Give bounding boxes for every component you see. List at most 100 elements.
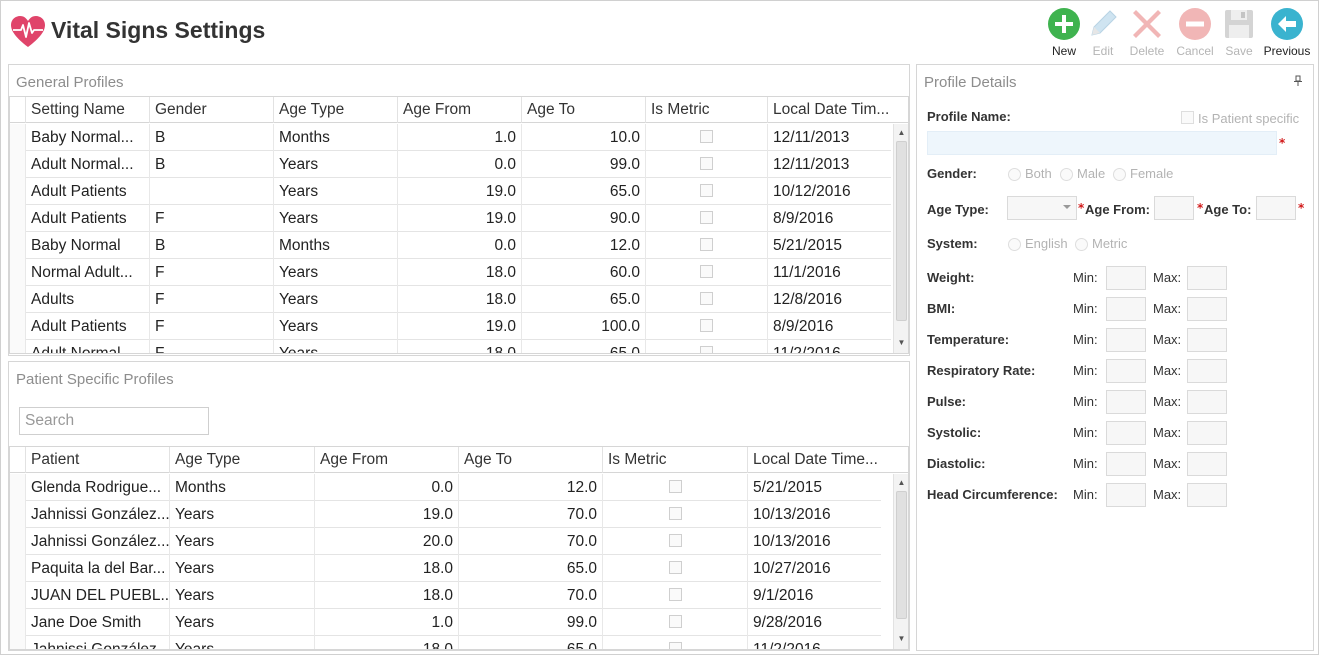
age-to-input[interactable] [1256,196,1296,220]
row-selector[interactable] [10,313,25,340]
is-metric-checkbox[interactable] [668,561,682,574]
table-row[interactable]: Adults F Years 18.0 65.0 12/8/2016 [10,286,891,313]
column-header[interactable]: Patient [25,447,169,473]
temperature-max-input[interactable] [1187,328,1227,352]
table-row[interactable]: Jahnissi González... Years 19.0 70.0 10/13/2… [10,501,881,528]
respiratory-rate-min-input[interactable] [1106,359,1146,383]
row-selector[interactable] [10,205,25,232]
is-metric-checkbox[interactable] [668,534,682,547]
is-metric-checkbox[interactable] [668,642,682,649]
is-metric-checkbox[interactable] [700,157,713,170]
scroll-thumb[interactable] [896,491,907,619]
column-header[interactable]: Age From [314,447,458,473]
row-selector[interactable] [10,178,25,205]
column-header[interactable]: Age Type [169,447,314,473]
column-header[interactable]: Is Metric [645,97,767,123]
is-metric-checkbox[interactable] [700,238,713,251]
column-header[interactable]: Local Date Time... [747,447,881,473]
table-row[interactable]: Adult Patients F Years 19.0 100.0 8/9/2016 [10,313,891,340]
row-selector[interactable] [10,232,25,259]
is-metric-checkbox[interactable] [668,480,682,493]
is-metric-checkbox[interactable] [700,211,713,224]
row-selector[interactable] [10,555,25,582]
head-circumference-min-input[interactable] [1106,483,1146,507]
gender-male-radio[interactable] [1060,168,1073,181]
table-row[interactable]: Jahnissi González... Years 20.0 70.0 10/13/2… [10,528,881,555]
system-metric-radio[interactable] [1075,238,1088,251]
delete-button[interactable]: Delete [1124,7,1170,61]
table-row[interactable]: Adult Normal... F Years 18.0 65.0 11/2/2016 [10,340,891,353]
age-from-input[interactable] [1154,196,1194,220]
table-row[interactable]: Jahnissi González... Years 18.0 65.0 11/2/20… [10,636,881,649]
save-button[interactable]: Save [1216,7,1262,61]
pulse-max-input[interactable] [1187,390,1227,414]
gender-female-radio[interactable] [1113,168,1126,181]
weight-max-input[interactable] [1187,266,1227,290]
scroll-down-icon[interactable]: ▼ [894,336,908,350]
bmi-min-input[interactable] [1106,297,1146,321]
system-english-radio[interactable] [1008,238,1021,251]
table-row[interactable]: Glenda Rodrigue... Months 0.0 12.0 5/21/2015 [10,474,881,501]
is-metric-checkbox[interactable] [700,319,713,332]
table-row[interactable]: Normal Adult... F Years 18.0 60.0 11/1/2016 [10,259,891,286]
temperature-min-input[interactable] [1106,328,1146,352]
row-selector[interactable] [10,582,25,609]
table-row[interactable]: Baby Normal B Months 0.0 12.0 5/21/2015 [10,232,891,259]
row-selector[interactable] [10,124,25,151]
scroll-thumb[interactable] [896,141,907,321]
row-selector[interactable] [10,501,25,528]
column-header[interactable]: Gender [149,97,273,123]
patient-grid-scrollbar[interactable]: ▲ ▼ [893,474,908,649]
row-selector[interactable] [10,609,25,636]
is-metric-checkbox[interactable] [700,130,713,143]
diastolic-min-input[interactable] [1106,452,1146,476]
gender-both-radio[interactable] [1008,168,1021,181]
table-row[interactable]: Jane Doe Smith Years 1.0 99.0 9/28/2016 [10,609,881,636]
column-header[interactable]: Is Metric [602,447,747,473]
row-selector[interactable] [10,286,25,313]
bmi-max-input[interactable] [1187,297,1227,321]
column-header[interactable]: Local Date Tim... [767,97,891,123]
is-metric-checkbox[interactable] [668,588,682,601]
table-row[interactable]: Adult Patients F Years 19.0 90.0 8/9/2016 [10,205,891,232]
table-row[interactable]: Paquita la del Bar... Years 18.0 65.0 10/27/… [10,555,881,582]
scroll-up-icon[interactable]: ▲ [894,476,908,490]
column-header[interactable]: Age From [397,97,521,123]
column-header[interactable]: Setting Name [25,97,149,123]
is-metric-checkbox[interactable] [700,346,713,353]
scroll-down-icon[interactable]: ▼ [894,632,908,646]
table-row[interactable]: Adult Patients Years 19.0 65.0 10/12/2016 [10,178,891,205]
previous-button[interactable]: Previous [1261,7,1313,61]
table-row[interactable]: JUAN DEL PUEBL... Years 18.0 70.0 9/1/2016 [10,582,881,609]
systolic-min-input[interactable] [1106,421,1146,445]
is-metric-checkbox[interactable] [668,507,682,520]
systolic-max-input[interactable] [1187,421,1227,445]
edit-button[interactable]: Edit [1080,7,1126,61]
row-selector[interactable] [10,151,25,178]
column-header[interactable]: Age To [521,97,645,123]
row-selector[interactable] [10,340,25,353]
pin-icon[interactable] [1293,75,1303,87]
age-type-select[interactable] [1007,196,1077,220]
cancel-button[interactable]: Cancel [1172,7,1218,61]
pulse-min-input[interactable] [1106,390,1146,414]
row-selector[interactable] [10,259,25,286]
weight-min-input[interactable] [1106,266,1146,290]
diastolic-max-input[interactable] [1187,452,1227,476]
row-selector[interactable] [10,528,25,555]
row-selector[interactable] [10,474,25,501]
column-header[interactable]: Age Type [273,97,397,123]
general-grid-scrollbar[interactable]: ▲ ▼ [893,124,908,353]
head-circumference-max-input[interactable] [1187,483,1227,507]
respiratory-rate-max-input[interactable] [1187,359,1227,383]
is-metric-checkbox[interactable] [700,184,713,197]
is-metric-checkbox[interactable] [700,292,713,305]
search-input[interactable]: Search [19,407,209,435]
table-row[interactable]: Adult Normal... B Years 0.0 99.0 12/11/2013 [10,151,891,178]
is-metric-checkbox[interactable] [700,265,713,278]
is-metric-checkbox[interactable] [668,615,682,628]
profile-name-input[interactable] [927,131,1277,155]
patient-specific-checkbox[interactable] [1181,111,1194,124]
table-row[interactable]: Baby Normal... B Months 1.0 10.0 12/11/2013 [10,124,891,151]
row-selector[interactable] [10,636,25,649]
